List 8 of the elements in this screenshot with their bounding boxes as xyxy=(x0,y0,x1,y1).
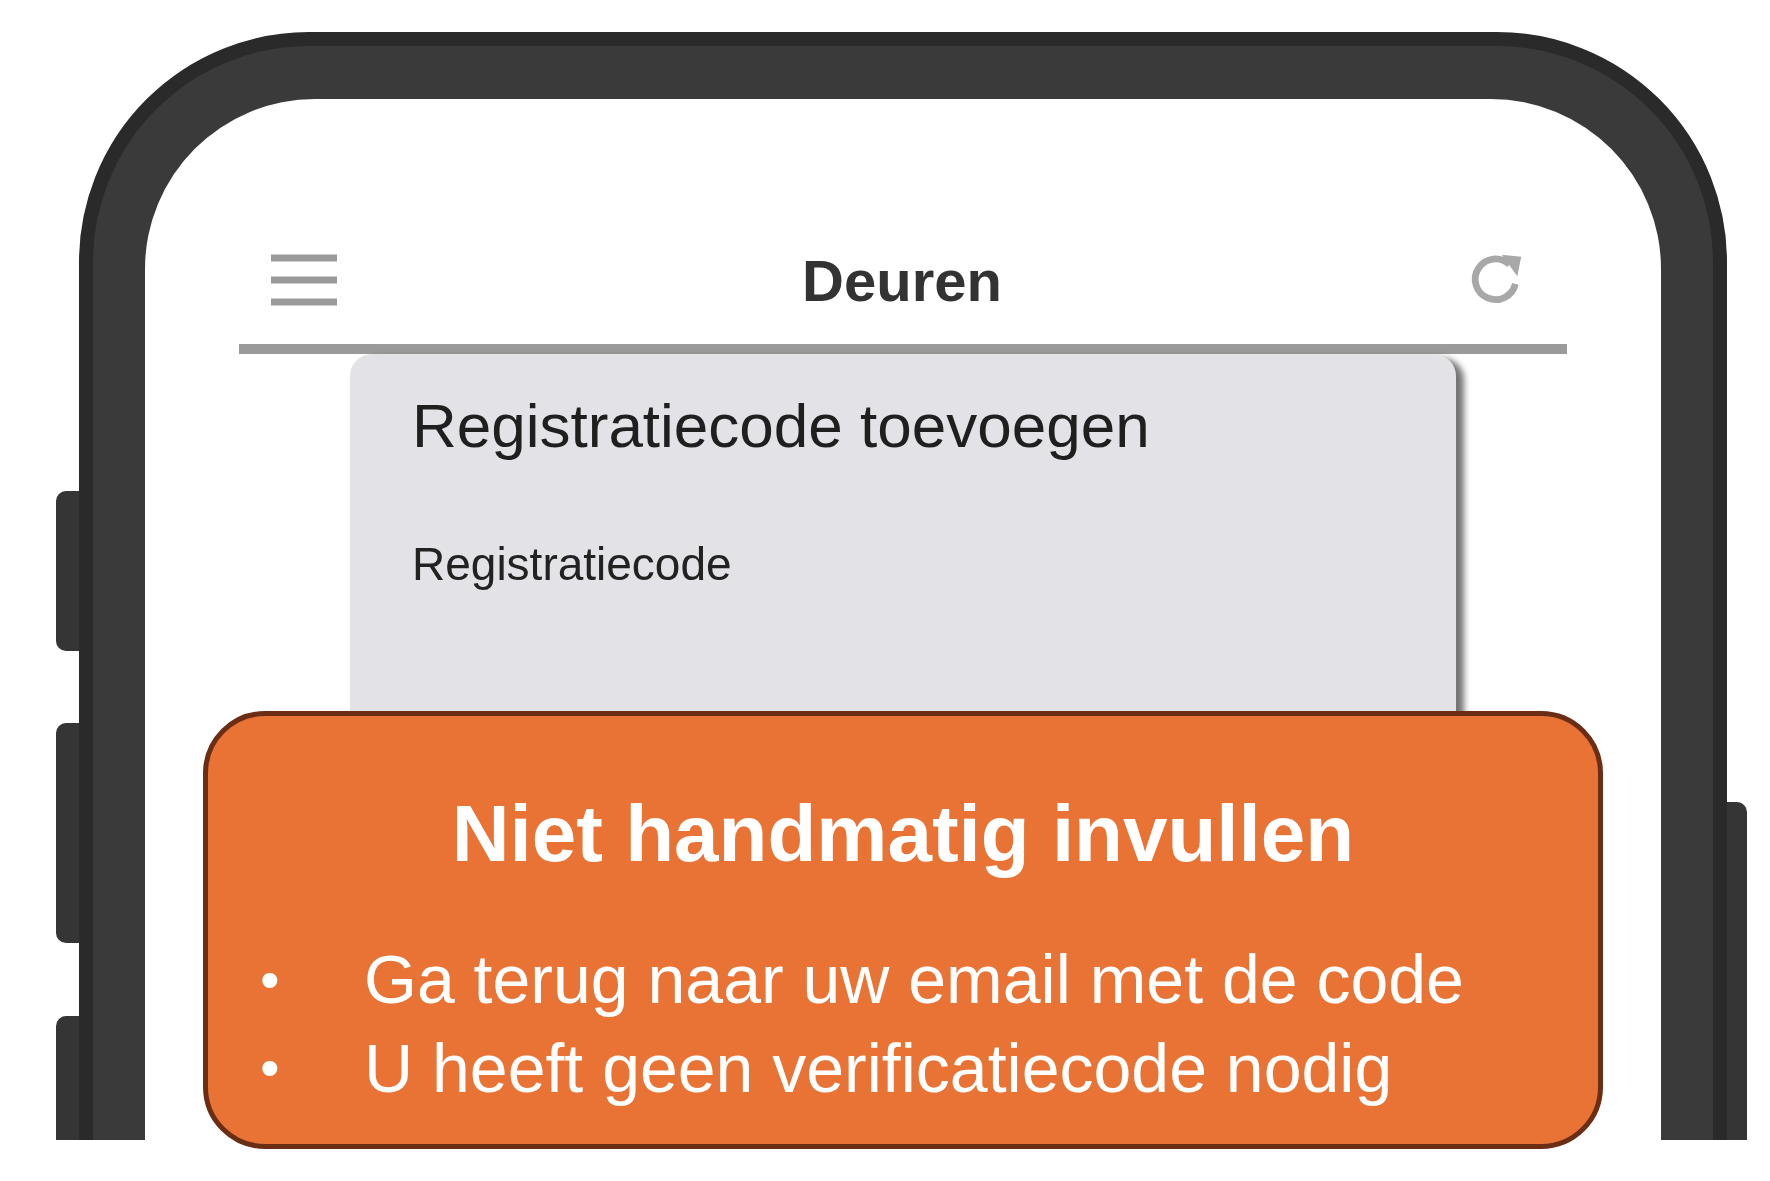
dialog-title: Registratiecode toevoegen xyxy=(412,390,1151,461)
menu-icon[interactable] xyxy=(269,252,339,308)
bullet-marker: • xyxy=(260,1037,281,1099)
bullet-text: Ga terug naar uw email met de code xyxy=(364,942,1464,1017)
bullet-text: U heeft geen verificatiecode nodig xyxy=(364,1030,1393,1106)
field-label: Registratiecode xyxy=(412,537,733,591)
app-title: Deuren xyxy=(802,246,1002,314)
bullet-marker: • xyxy=(260,948,281,1011)
